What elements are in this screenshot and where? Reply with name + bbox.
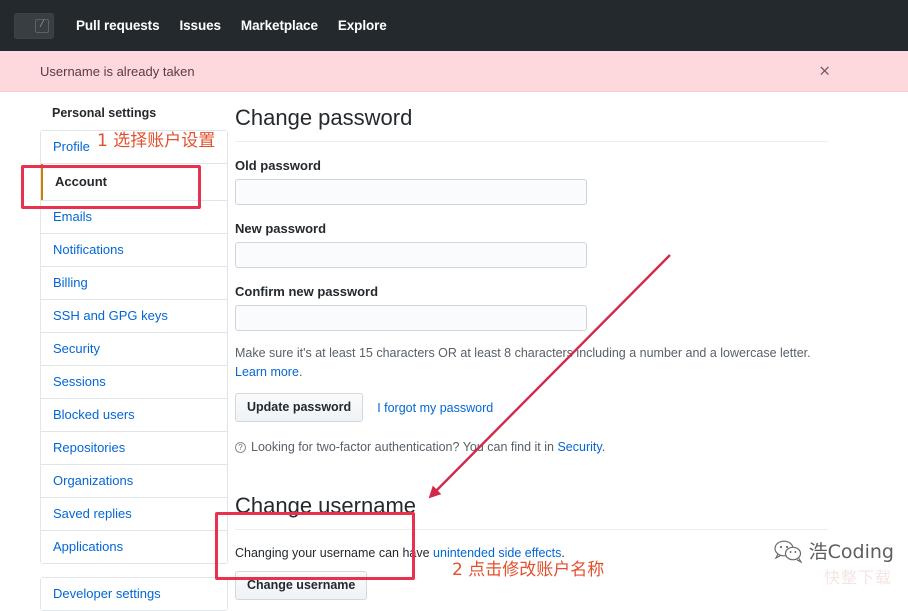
sidebar-item-account[interactable]: Account — [41, 164, 227, 201]
settings-sidebar: Personal settings Profile Account Emails… — [40, 104, 228, 611]
two-factor-auth-note: ? Looking for two-factor authentication?… — [235, 440, 828, 454]
watermark-text: 浩Coding — [808, 541, 894, 563]
top-navigation-bar: / Pull requests Issues Marketplace Explo… — [0, 0, 908, 51]
two-factor-prefix: Looking for two-factor authentication? Y… — [251, 440, 558, 455]
sidebar-item-sessions[interactable]: Sessions — [41, 366, 227, 399]
sidebar-item-billing[interactable]: Billing — [41, 267, 227, 300]
sidebar-item-security[interactable]: Security — [41, 333, 227, 366]
unintended-side-effects-link[interactable]: unintended side effects — [433, 546, 561, 560]
watermark-faint-text: 快整下载 — [823, 568, 892, 587]
nav-link-pull-requests[interactable]: Pull requests — [76, 18, 160, 33]
sidebar-item-notifications[interactable]: Notifications — [41, 234, 227, 267]
sidebar-item-ssh-and-gpg-keys[interactable]: SSH and GPG keys — [41, 300, 227, 333]
wechat-icon — [774, 540, 802, 563]
forgot-password-link[interactable]: I forgot my password — [377, 401, 493, 415]
search-input[interactable]: / — [14, 12, 54, 39]
password-requirements-tail: . — [298, 364, 303, 379]
sidebar-item-applications[interactable]: Applications — [41, 531, 227, 563]
page-body: Personal settings Profile Account Emails… — [0, 92, 908, 611]
confirm-new-password-input[interactable] — [235, 304, 587, 331]
username-note-prefix: Changing your username can have — [235, 545, 434, 560]
question-circle-icon: ? — [235, 441, 246, 453]
change-username-title: Change username — [235, 492, 828, 530]
learn-more-link[interactable]: Learn more — [235, 365, 299, 379]
two-factor-auth-text: Looking for two-factor authentication? Y… — [251, 440, 605, 454]
sidebar-heading: Personal settings — [52, 106, 157, 120]
confirm-new-password-label: Confirm new password — [235, 283, 379, 299]
sidebar-item-profile[interactable]: Profile — [41, 131, 227, 164]
sidebar-menu-group-personal: Profile Account Emails Notifications Bil… — [40, 130, 228, 564]
password-requirements-text: Make sure it's at least 15 characters OR… — [235, 345, 811, 360]
sidebar-item-developer-settings[interactable]: Developer settings — [41, 578, 227, 610]
flash-error-banner: Username is already taken × — [0, 51, 908, 92]
nav-link-issues[interactable]: Issues — [179, 18, 221, 33]
two-factor-tail: . — [601, 440, 606, 455]
close-icon[interactable]: × — [818, 63, 831, 79]
new-password-input[interactable] — [235, 241, 587, 268]
nav-link-explore[interactable]: Explore — [338, 18, 387, 33]
sidebar-item-repositories[interactable]: Repositories — [41, 432, 227, 465]
username-actions-row: Change username — [235, 570, 828, 600]
watermark-brand: 浩Coding — [773, 537, 894, 564]
old-password-label: Old password — [235, 157, 321, 173]
update-password-button[interactable]: Update password — [235, 393, 364, 423]
nav-link-marketplace[interactable]: Marketplace — [241, 18, 318, 33]
password-requirements-note: Make sure it's at least 15 characters OR… — [235, 344, 828, 383]
sidebar-item-emails[interactable]: Emails — [41, 201, 227, 234]
settings-main-content: Change password Old password New passwor… — [235, 104, 908, 611]
new-password-label: New password — [235, 220, 327, 236]
username-side-effects-note: Changing your username can have unintend… — [235, 546, 828, 560]
slash-shortcut-badge: / — [34, 18, 49, 33]
change-password-title: Change password — [235, 104, 828, 142]
change-username-button[interactable]: Change username — [235, 570, 368, 600]
username-note-tail: . — [561, 545, 565, 560]
flash-message: Username is already taken — [40, 63, 195, 79]
password-actions-row: Update password I forgot my password — [235, 393, 828, 423]
sidebar-item-blocked-users[interactable]: Blocked users — [41, 399, 227, 432]
security-link[interactable]: Security — [557, 440, 601, 454]
old-password-input[interactable] — [235, 178, 587, 205]
sidebar-menu-group-developer: Developer settings — [40, 577, 228, 611]
change-username-section: Change username Changing your username c… — [235, 492, 828, 600]
sidebar-item-saved-replies[interactable]: Saved replies — [41, 498, 227, 531]
sidebar-item-organizations[interactable]: Organizations — [41, 465, 227, 498]
